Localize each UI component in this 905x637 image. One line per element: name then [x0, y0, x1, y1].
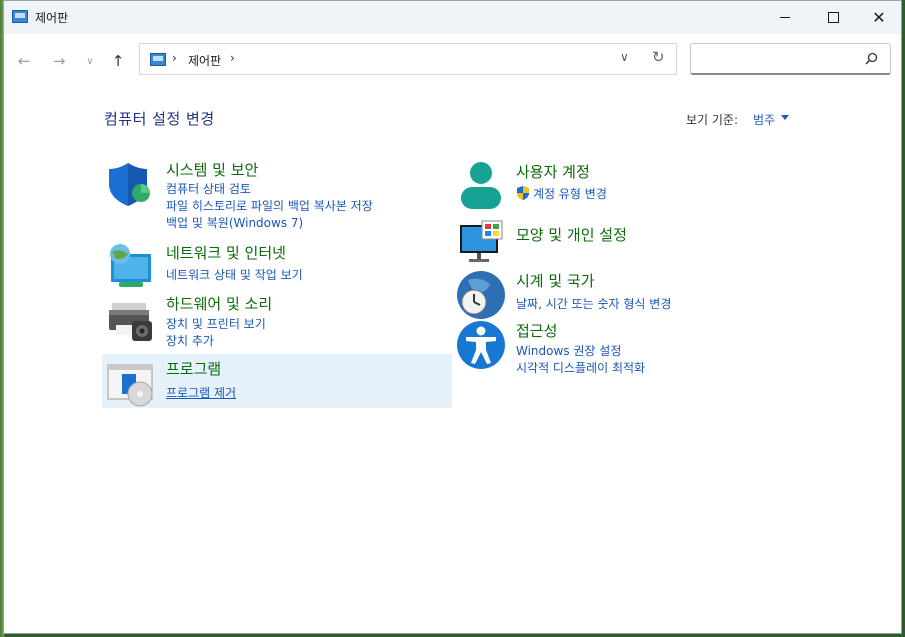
breadcrumb-separator[interactable]: › [230, 51, 235, 65]
link-backup-restore[interactable]: 백업 및 복원(Windows 7) [166, 214, 303, 231]
breadcrumb-control-panel[interactable]: 제어판 [188, 52, 221, 69]
back-button[interactable]: ← [12, 49, 36, 73]
category-user-accounts: 사용자 계정 계정 유형 변경 [456, 161, 796, 211]
chevron-down-icon: ∨ [86, 55, 94, 67]
link-devices-printers[interactable]: 장치 및 프린터 보기 [166, 315, 266, 332]
control-panel-icon [150, 53, 166, 66]
link-windows-recommended-settings[interactable]: Windows 권장 설정 [516, 342, 621, 359]
category-clock-region: 시계 및 국가 날짜, 시간 또는 숫자 형식 변경 [456, 270, 796, 320]
link-change-account-type[interactable]: 계정 유형 변경 [533, 185, 607, 202]
address-dropdown-icon[interactable]: ∨ [620, 50, 629, 64]
accessibility-icon [457, 321, 505, 369]
control-panel-window: 제어판 ✕ ← → ∨ ↑ › 제어판 › ∨ ↻ 컴퓨터 설정 변경 보기 기… [3, 0, 902, 634]
arrow-up-icon: ↑ [111, 52, 125, 70]
page-title: 컴퓨터 설정 변경 [104, 110, 215, 128]
breadcrumb-separator[interactable]: › [172, 51, 177, 65]
category-title[interactable]: 프로그램 [166, 358, 221, 379]
dropdown-arrow-icon[interactable] [781, 115, 789, 120]
printer-icon [109, 303, 152, 341]
category-title[interactable]: 모양 및 개인 설정 [516, 224, 627, 245]
shield-icon [109, 163, 150, 206]
address-bar[interactable]: › 제어판 › ∨ ↻ [139, 43, 677, 75]
network-icon [110, 244, 151, 287]
search-box[interactable] [690, 43, 891, 75]
forward-button[interactable]: → [47, 49, 71, 73]
up-button[interactable]: ↑ [106, 49, 130, 73]
clock-globe-icon [457, 271, 505, 319]
uac-shield-icon [517, 186, 529, 200]
view-by-label: 보기 기준: [686, 113, 739, 127]
minimize-button[interactable] [762, 1, 808, 34]
monitor-icon [460, 220, 503, 262]
navigation-bar: ← → ∨ ↑ › 제어판 › ∨ ↻ [4, 34, 901, 84]
close-button[interactable]: ✕ [856, 1, 902, 34]
category-title[interactable]: 시스템 및 보안 [166, 159, 258, 180]
maximize-icon [827, 12, 839, 23]
link-uninstall-program[interactable]: 프로그램 제거 [166, 384, 236, 401]
title-bar[interactable]: 제어판 ✕ [4, 1, 901, 34]
maximize-button[interactable] [810, 1, 856, 34]
user-icon [461, 162, 501, 209]
category-network-internet: 네트워크 및 인터넷 네트워크 상태 및 작업 보기 [106, 242, 446, 292]
minimize-icon [780, 17, 790, 18]
arrow-right-icon: → [52, 52, 66, 70]
link-review-computer-status[interactable]: 컴퓨터 상태 검토 [166, 180, 251, 197]
close-icon: ✕ [872, 7, 886, 27]
category-accessibility: 접근성 Windows 권장 설정 시각적 디스플레이 최적화 [456, 320, 796, 375]
category-appearance-personalization: 모양 및 개인 설정 [456, 219, 796, 264]
category-title[interactable]: 접근성 [516, 320, 557, 341]
category-title[interactable]: 네트워크 및 인터넷 [166, 242, 286, 263]
link-add-device[interactable]: 장치 추가 [166, 332, 214, 349]
view-by-dropdown[interactable]: 범주 [753, 111, 775, 128]
link-network-status-tasks[interactable]: 네트워크 상태 및 작업 보기 [166, 266, 303, 283]
window-title: 제어판 [35, 11, 69, 25]
category-programs[interactable]: 프로그램 프로그램 제거 [106, 358, 446, 408]
link-optimize-visual-display[interactable]: 시각적 디스플레이 최적화 [516, 359, 645, 376]
link-file-history-backup[interactable]: 파일 히스토리로 파일의 백업 복사본 저장 [166, 197, 373, 214]
control-panel-icon [12, 10, 28, 23]
category-system-security: 시스템 및 보안 컴퓨터 상태 검토 파일 히스토리로 파일의 백업 복사본 저… [106, 159, 446, 231]
programs-icon [107, 364, 153, 407]
search-icon[interactable] [865, 52, 878, 65]
recent-locations-button[interactable]: ∨ [78, 49, 102, 73]
category-title[interactable]: 사용자 계정 [516, 161, 590, 182]
arrow-left-icon: ← [17, 52, 31, 70]
category-title[interactable]: 하드웨어 및 소리 [166, 293, 272, 314]
category-hardware-sound: 하드웨어 및 소리 장치 및 프린터 보기 장치 추가 [106, 293, 446, 348]
content-area: 컴퓨터 설정 변경 보기 기준: 범주 시스템 및 보안 컴퓨터 상태 검토 파… [4, 84, 901, 633]
link-change-date-time-format[interactable]: 날짜, 시간 또는 숫자 형식 변경 [516, 295, 671, 312]
refresh-icon[interactable]: ↻ [652, 48, 665, 66]
category-title[interactable]: 시계 및 국가 [516, 270, 595, 291]
